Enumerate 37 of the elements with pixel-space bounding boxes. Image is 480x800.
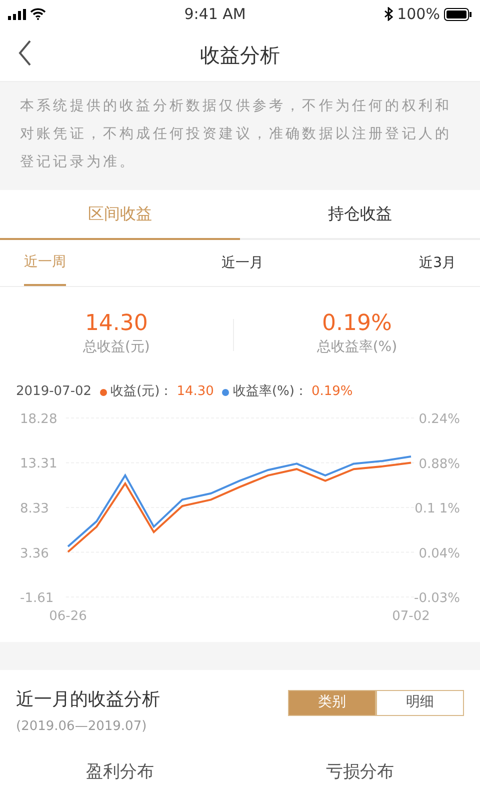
legend-date: 2019-07-02: [16, 383, 92, 402]
bluetooth-icon: [384, 7, 394, 21]
legend-label: 收益率(%)：: [232, 383, 308, 402]
summary-label: 总收益(元): [82, 338, 151, 358]
summary-label: 总收益率(%): [316, 338, 398, 358]
wifi-icon: [30, 8, 46, 20]
battery-icon: [444, 8, 472, 20]
page-title: 收益分析: [200, 42, 280, 68]
disclaimer-text: 本系统提供的收益分析数据仅供参考，不作为任何的权利和对账凭证，不构成任何投资建议，准确数据以注册登记人的登记记录为准。: [0, 82, 480, 190]
axis-label: -0.03%: [414, 590, 460, 606]
date-range: (2019.06—2019.07): [16, 718, 148, 736]
axis-label: 13.31: [20, 456, 58, 472]
legend-value: 14.30: [176, 383, 214, 402]
segment-button[interactable]: 明细: [376, 690, 464, 716]
legend-label: 收益(元)：: [110, 383, 173, 402]
axis-label: 3.36: [20, 546, 49, 562]
battery-percent: 100%: [397, 4, 440, 25]
status-time: 9:41 AM: [184, 4, 246, 25]
period-tab[interactable]: 近一月: [222, 240, 264, 286]
axis-label: 0.88%: [418, 456, 460, 472]
axis-label: 0.1 1%: [414, 501, 460, 516]
column-heading: 亏损分布: [326, 762, 394, 782]
signal-icon: [8, 8, 26, 20]
legend-value: 0.19%: [311, 383, 353, 402]
axis-label: 0.24%: [418, 412, 460, 427]
section-title: 近一月的收益分析: [16, 688, 160, 712]
period-tab[interactable]: 近3月: [419, 240, 456, 286]
summary-value: 0.19%: [320, 311, 393, 338]
axis-label: 18.28: [20, 412, 58, 427]
summary-value: 14.30: [84, 311, 149, 338]
axis-label: 8.33: [20, 501, 49, 516]
column-heading: 盈利分布: [86, 762, 154, 782]
axis-label: 07-02: [392, 608, 430, 624]
axis-label: 0.04%: [418, 546, 460, 562]
tab[interactable]: 持仓收益: [240, 190, 480, 240]
axis-label: -1.61: [20, 590, 54, 606]
axis-label: 06-26: [49, 608, 87, 624]
